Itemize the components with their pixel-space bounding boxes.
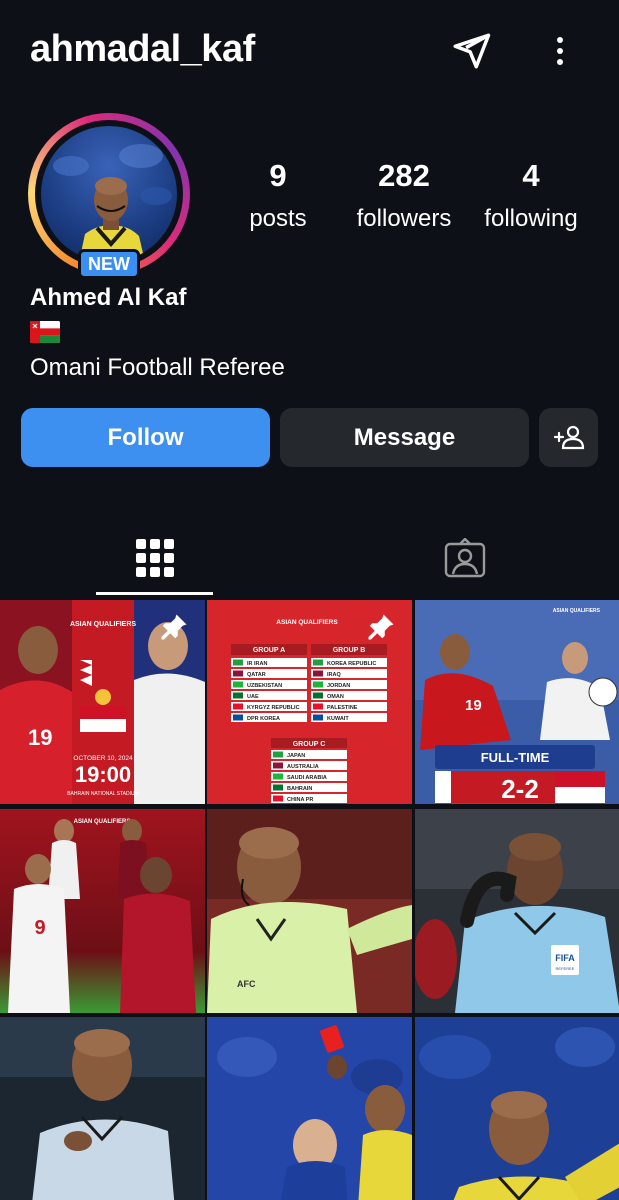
group-a-title: GROUP A bbox=[253, 647, 285, 654]
team-flag bbox=[233, 681, 243, 688]
post-thumbnail[interactable] bbox=[0, 1017, 205, 1200]
team-flag bbox=[233, 692, 243, 699]
team-name: UZBEKISTAN bbox=[247, 683, 282, 689]
follow-button[interactable]: Follow bbox=[21, 408, 270, 467]
message-button[interactable]: Message bbox=[280, 408, 529, 467]
new-badge: NEW bbox=[78, 249, 140, 279]
team-name: JORDAN bbox=[327, 683, 350, 689]
oman-flag-icon bbox=[30, 321, 60, 343]
post-thumbnail[interactable] bbox=[415, 1017, 619, 1200]
team-flag bbox=[273, 751, 283, 758]
add-person-icon bbox=[553, 425, 584, 449]
posts-label: posts bbox=[249, 205, 307, 232]
team-flag bbox=[233, 670, 243, 677]
profile-bio: Omani Football Referee bbox=[30, 354, 285, 381]
tab-tagged[interactable] bbox=[310, 520, 619, 595]
profile-username[interactable]: ahmadal_kaf bbox=[30, 28, 255, 71]
team-name: CHINA PR bbox=[287, 797, 313, 803]
tagged-person-icon bbox=[444, 537, 485, 577]
following-label: following bbox=[484, 205, 578, 232]
send-icon bbox=[453, 33, 491, 69]
posts-count: 9 bbox=[269, 158, 287, 193]
post-jersey-number: 19 bbox=[28, 725, 52, 750]
post-brand: ASIAN QUALIFIERS bbox=[74, 819, 131, 825]
post-jersey-number: 9 bbox=[34, 917, 45, 939]
following-count: 4 bbox=[522, 158, 540, 193]
post-jersey-number: 19 bbox=[465, 697, 482, 714]
post-date: OCTOBER 10, 2024 bbox=[73, 755, 133, 762]
team-flag bbox=[313, 692, 323, 699]
followers-count: 282 bbox=[378, 158, 430, 193]
more-vertical-icon bbox=[557, 37, 563, 65]
post-venue: BAHRAIN NATIONAL STADIUM bbox=[67, 791, 139, 797]
team-flag bbox=[313, 703, 323, 710]
team-name: SAUDI ARABIA bbox=[287, 775, 327, 781]
post-brand: ASIAN QUALIFIERS bbox=[70, 621, 136, 628]
post-thumbnail[interactable]: ASIAN QUALIFIERS 9 bbox=[0, 809, 205, 1013]
team-name: QATAR bbox=[247, 672, 266, 678]
team-flag bbox=[273, 784, 283, 791]
post-thumbnail[interactable] bbox=[207, 1017, 412, 1200]
team-name: DPR KOREA bbox=[247, 716, 280, 722]
team-flag bbox=[313, 659, 323, 666]
team-name: OMAN bbox=[327, 694, 344, 700]
post-score: 2-2 bbox=[501, 774, 539, 804]
more-options-button[interactable] bbox=[540, 26, 580, 76]
team-name: JAPAN bbox=[287, 753, 305, 759]
post-thumbnail[interactable]: ASIAN QUALIFIERS GROUP A GROUP B IR IRAN… bbox=[207, 600, 412, 804]
post-brand: ASIAN QUALIFIERS bbox=[553, 608, 601, 614]
post-badge-sub: REFEREE bbox=[556, 966, 575, 971]
posts-stat[interactable]: 9 posts bbox=[232, 158, 324, 236]
team-name: UAE bbox=[247, 694, 259, 700]
team-flag bbox=[273, 762, 283, 769]
team-name: IRAQ bbox=[327, 672, 341, 678]
post-thumbnail[interactable]: FIFA REFEREE bbox=[415, 809, 619, 1013]
pin-icon bbox=[161, 614, 187, 640]
team-name: BAHRAIN bbox=[287, 786, 312, 792]
post-thumbnail[interactable]: 19 FULL-TIME 2-2 ASIAN QUALIFIERS bbox=[415, 600, 619, 804]
profile-avatar[interactable]: NEW bbox=[28, 113, 190, 279]
tab-posts-grid[interactable] bbox=[0, 520, 309, 595]
suggested-people-button[interactable] bbox=[539, 408, 598, 467]
grid-icon bbox=[135, 538, 174, 577]
team-flag bbox=[233, 714, 243, 721]
team-flag bbox=[233, 659, 243, 666]
posts-grid: 19 ASIAN QUALIFIERS OCTOBER 10, 2024 19:… bbox=[0, 600, 619, 1200]
profile-full-name: Ahmed Al Kaf bbox=[30, 284, 187, 311]
post-brand: AFC bbox=[237, 979, 256, 989]
post-brand: ASIAN QUALIFIERS bbox=[276, 619, 338, 626]
post-thumbnail[interactable]: 19 ASIAN QUALIFIERS OCTOBER 10, 2024 19:… bbox=[0, 600, 205, 804]
avatar-photo bbox=[41, 126, 177, 262]
active-tab-indicator bbox=[96, 592, 213, 595]
team-flag bbox=[313, 714, 323, 721]
team-name: IR IRAN bbox=[247, 661, 268, 667]
followers-stat[interactable]: 282 followers bbox=[340, 158, 468, 236]
top-bar: ahmadal_kaf bbox=[0, 0, 619, 100]
team-flag bbox=[233, 703, 243, 710]
team-name: KUWAIT bbox=[327, 716, 349, 722]
following-stat[interactable]: 4 following bbox=[472, 158, 590, 236]
post-time: 19:00 bbox=[75, 762, 131, 787]
post-fulltime-label: FULL-TIME bbox=[481, 750, 550, 765]
team-name: AUSTRALIA bbox=[287, 764, 319, 770]
send-message-button[interactable] bbox=[446, 26, 496, 76]
team-name: KOREA REPUBLIC bbox=[327, 661, 376, 667]
team-flag bbox=[273, 795, 283, 802]
followers-label: followers bbox=[356, 205, 452, 232]
pin-icon bbox=[368, 614, 394, 640]
group-c-title: GROUP C bbox=[293, 741, 326, 748]
team-name: KYRGYZ REPUBLIC bbox=[247, 705, 300, 711]
group-b-title: GROUP B bbox=[333, 647, 366, 654]
post-brand: FIFA bbox=[555, 953, 575, 963]
team-name: PALESTINE bbox=[327, 705, 358, 711]
post-thumbnail[interactable]: AFC bbox=[207, 809, 412, 1013]
team-flag bbox=[313, 670, 323, 677]
team-flag bbox=[313, 681, 323, 688]
team-flag bbox=[273, 773, 283, 780]
